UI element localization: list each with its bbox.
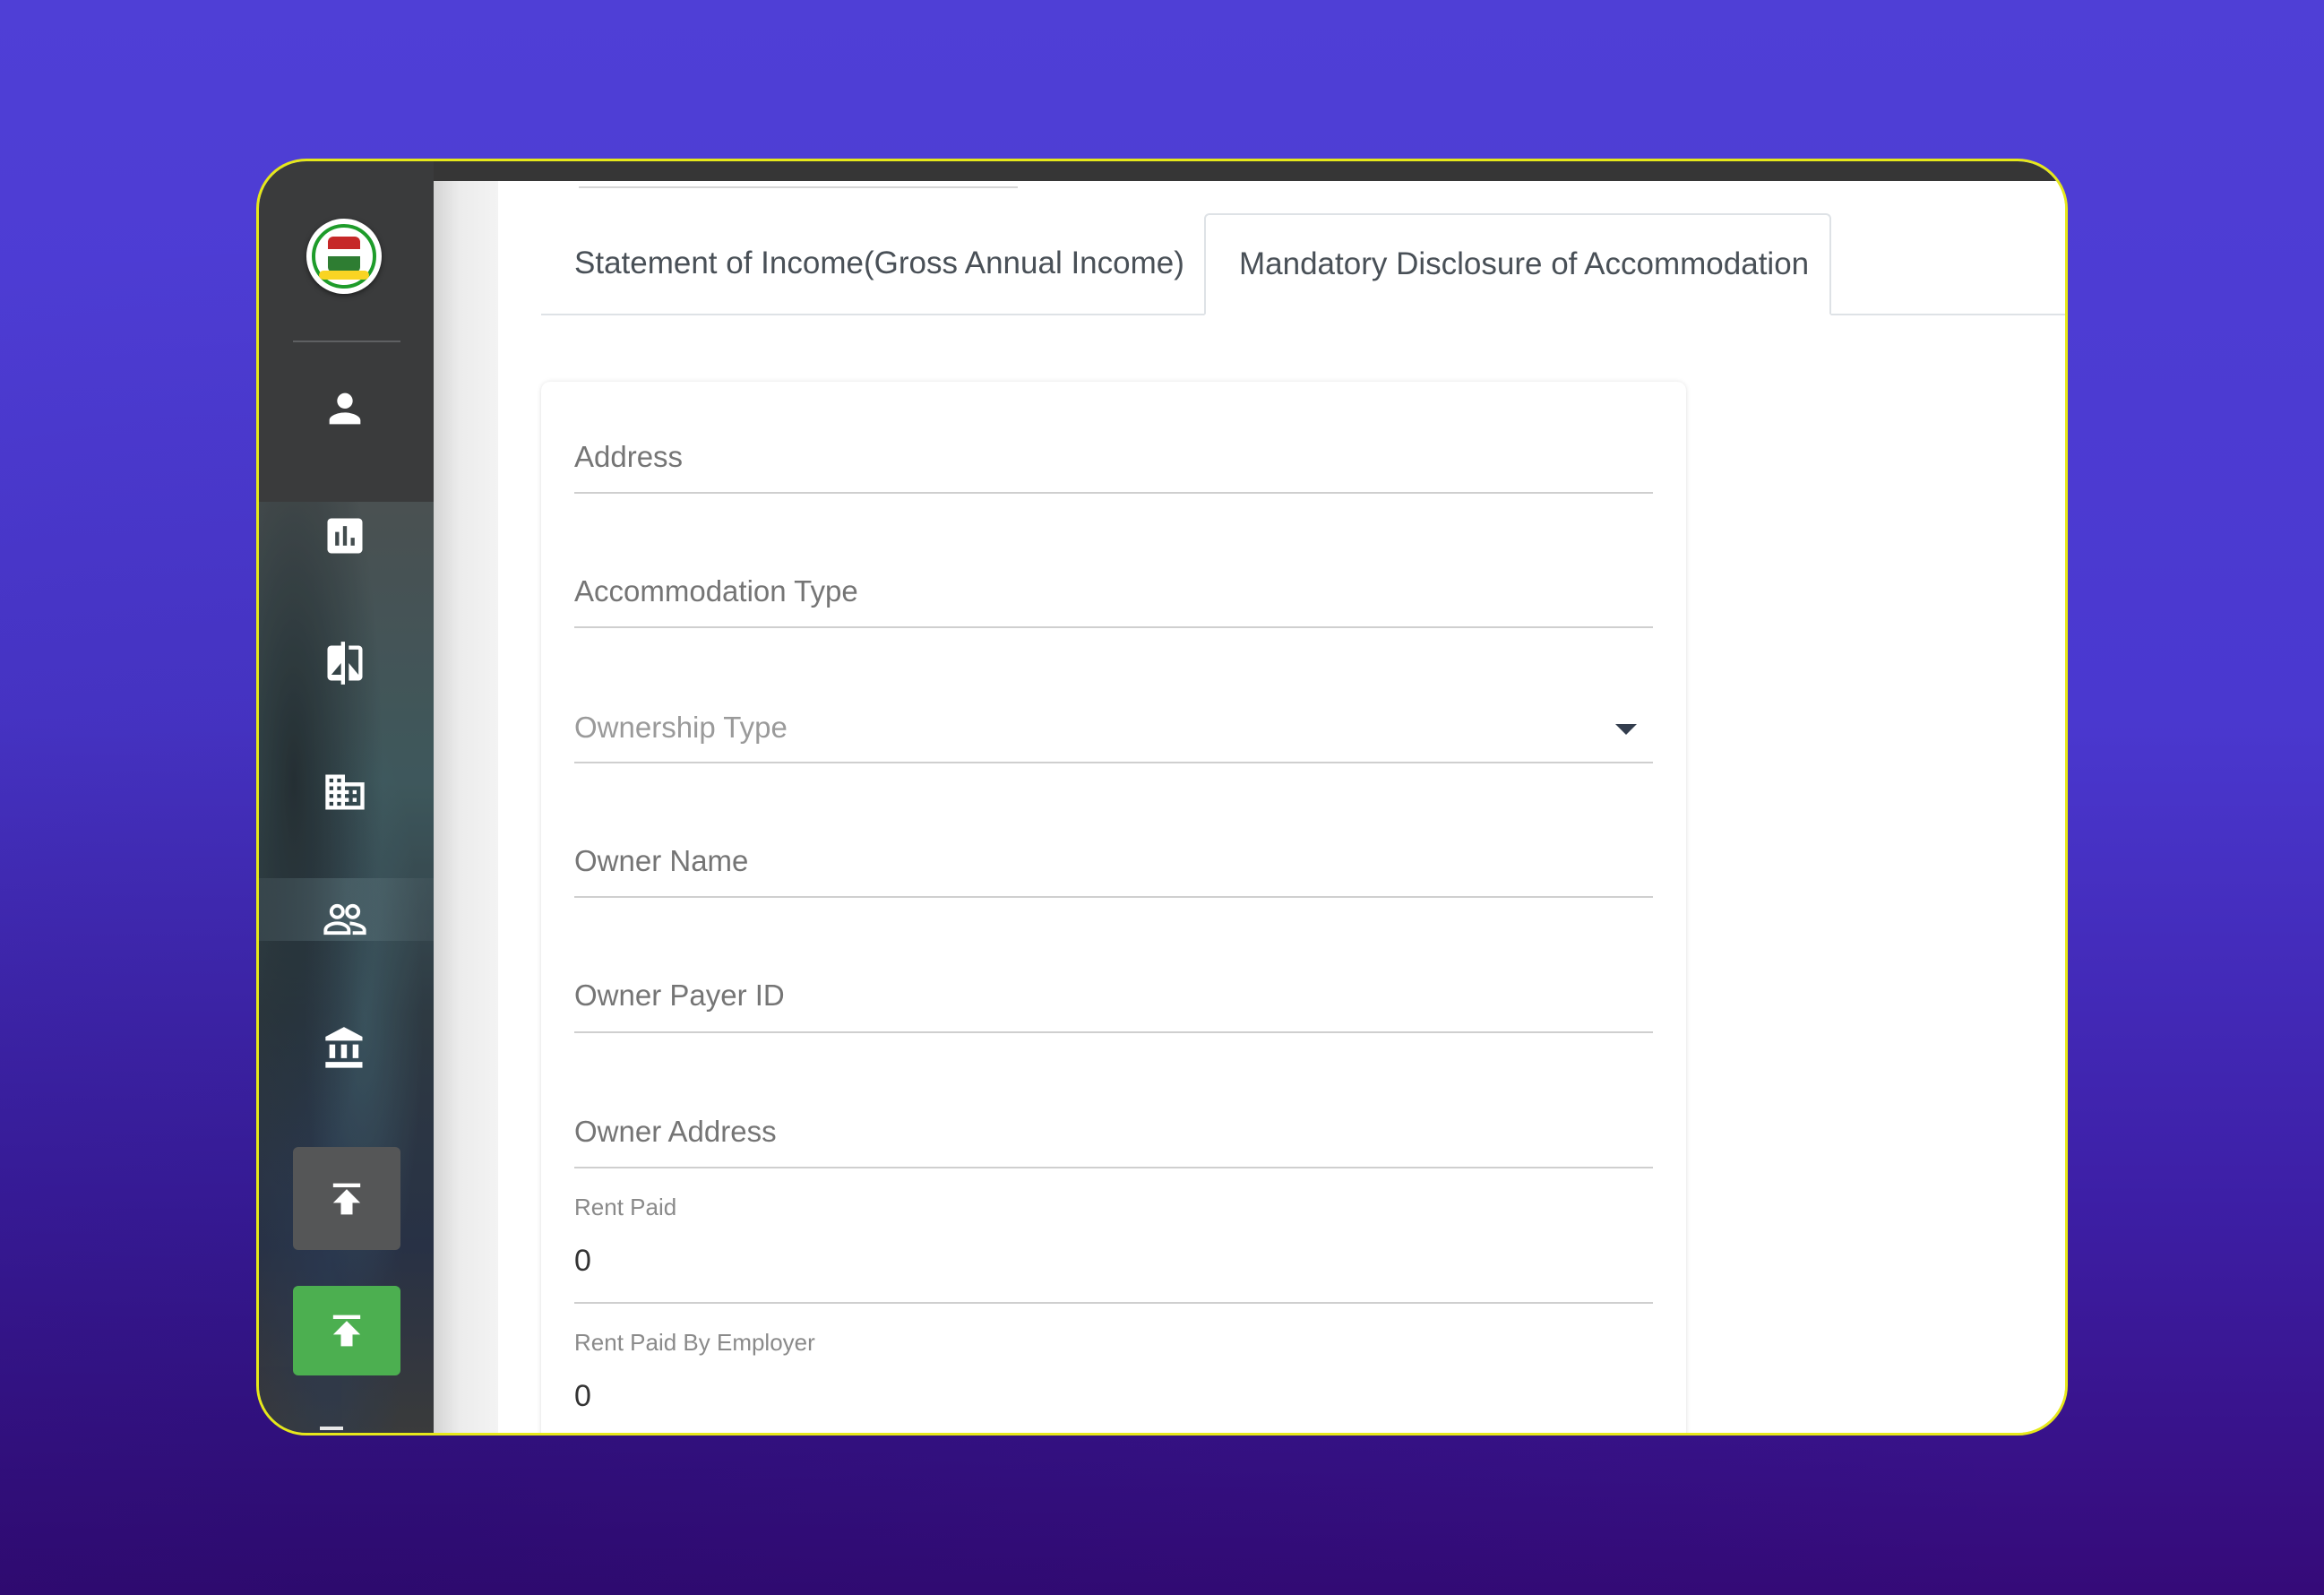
- tab-bar: Statement of Income(Gross Annual Income)…: [541, 213, 2065, 315]
- rent-paid-by-employer-field[interactable]: Rent Paid By Employer 0: [574, 1304, 1653, 1433]
- sidebar-more-item[interactable]: [320, 1427, 343, 1430]
- rent-paid-by-employer-label: Rent Paid By Employer: [574, 1329, 815, 1356]
- sidebar-item-reports[interactable]: [309, 500, 381, 572]
- logo-crest: [328, 237, 360, 272]
- tab-accommodation-disclosure[interactable]: Mandatory Disclosure of Accommodation: [1204, 213, 1831, 315]
- owner-address-input[interactable]: [574, 1112, 1653, 1151]
- upload-icon: [332, 1315, 361, 1347]
- top-bar: [434, 161, 2065, 181]
- building-icon: [325, 774, 365, 810]
- owner-payer-id-field[interactable]: [574, 898, 1653, 1033]
- main-content: Statement of Income(Gross Annual Income)…: [434, 161, 2065, 1433]
- rent-paid-label: Rent Paid: [574, 1194, 677, 1220]
- sidebar: [259, 161, 434, 1433]
- tab-statement-of-income[interactable]: Statement of Income(Gross Annual Income): [541, 213, 1204, 314]
- sidebar-item-compare[interactable]: [309, 627, 381, 699]
- owner-address-field[interactable]: [574, 1033, 1653, 1168]
- address-field[interactable]: [574, 382, 1653, 494]
- accommodation-type-field[interactable]: [574, 494, 1653, 628]
- compare-icon: [327, 642, 363, 685]
- sidebar-item-profile[interactable]: [309, 373, 381, 444]
- ownership-type-placeholder: Ownership Type: [574, 711, 788, 744]
- bar-chart-icon: [327, 518, 363, 554]
- sidebar-item-upload-active[interactable]: [293, 1286, 400, 1375]
- ownership-type-select[interactable]: Ownership Type: [574, 628, 1653, 763]
- owner-payer-id-input[interactable]: [574, 976, 1653, 1015]
- rent-paid-by-employer-value[interactable]: 0: [574, 1379, 591, 1414]
- state-revenue-seal-logo[interactable]: [306, 219, 382, 294]
- logo-ribbon: [319, 271, 369, 280]
- sidebar-item-banks[interactable]: [309, 1013, 381, 1084]
- accommodation-form: Ownership Type Rent Paid 0 Rent Paid By …: [541, 382, 1686, 1433]
- upload-icon: [332, 1183, 361, 1214]
- sidebar-item-upload[interactable]: [293, 1147, 400, 1250]
- bank-icon: [325, 1027, 363, 1068]
- owner-name-input[interactable]: [574, 841, 1653, 881]
- previous-field-underline: [579, 186, 1018, 188]
- person-icon: [329, 392, 361, 425]
- rent-paid-value[interactable]: 0: [574, 1244, 591, 1279]
- sidebar-item-business[interactable]: [309, 756, 381, 828]
- owner-name-field[interactable]: [574, 763, 1653, 898]
- rent-paid-field[interactable]: Rent Paid 0: [574, 1168, 1653, 1304]
- sidebar-item-users[interactable]: [309, 884, 381, 955]
- content-shadow-strip: [434, 181, 498, 1433]
- accommodation-type-input[interactable]: [574, 572, 1653, 611]
- address-input[interactable]: [574, 437, 1653, 477]
- people-icon: [323, 903, 366, 935]
- app-window: Statement of Income(Gross Annual Income)…: [256, 159, 2068, 1436]
- sidebar-divider: [293, 341, 400, 342]
- chevron-down-icon: [1615, 724, 1637, 735]
